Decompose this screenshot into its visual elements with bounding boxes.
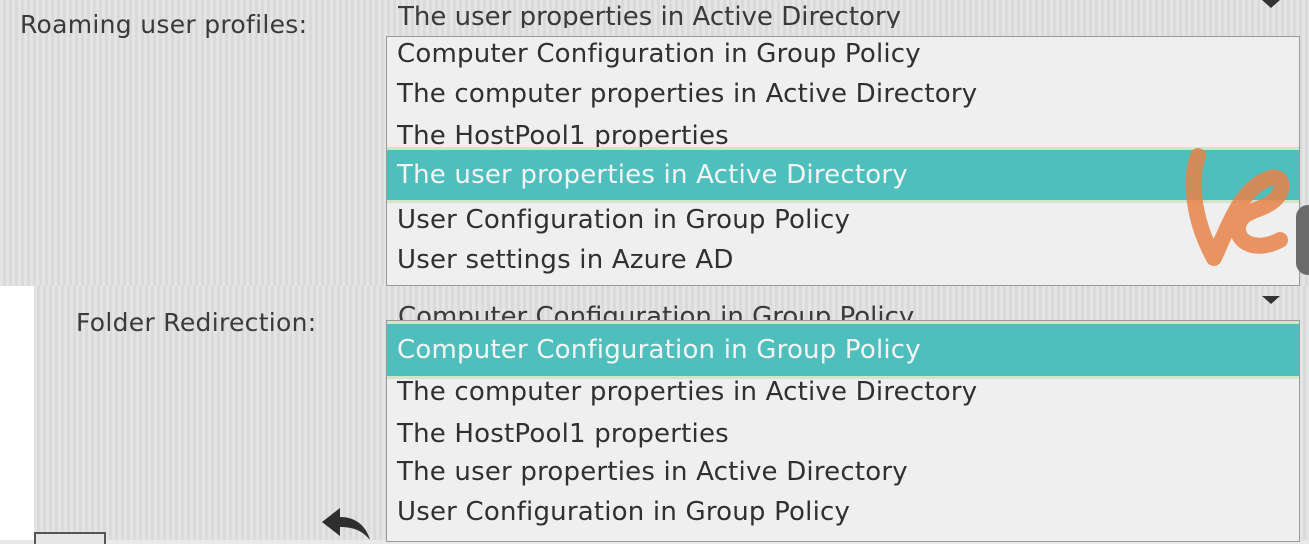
roaming-option[interactable]: The HostPool1 properties [397,121,1299,147]
folder-option[interactable]: The HostPool1 properties [397,419,1299,449]
roaming-option[interactable]: Computer Configuration in Group Policy [397,39,1299,69]
back-arrow-icon[interactable] [318,504,374,540]
roaming-profiles-select[interactable]: The user properties in Active Directory [398,0,901,28]
dropdown-arrow-icon[interactable] [1262,296,1280,304]
roaming-option-selected[interactable]: The user properties in Active Directory [387,147,1299,203]
roaming-profiles-listbox[interactable]: Computer Configuration in Group Policy T… [386,36,1300,286]
roaming-option[interactable]: The computer properties in Active Direct… [397,79,1299,109]
dropdown-arrow-icon[interactable] [1262,0,1280,8]
left-margin [0,286,34,540]
folder-redirection-label: Folder Redirection: [76,308,317,337]
folder-redirection-listbox[interactable]: Computer Configuration in Group Policy T… [386,320,1300,542]
roaming-option[interactable]: User settings in Azure AD [397,245,1299,275]
watermark-logo-icon [1185,148,1290,266]
roaming-profiles-label: Roaming user profiles: [20,10,308,39]
back-button[interactable] [34,532,106,544]
roaming-option[interactable]: User Configuration in Group Policy [397,205,1299,235]
screen-edge [1296,205,1309,275]
folder-option[interactable]: User Configuration in Group Policy [397,497,1299,527]
folder-option[interactable]: The user properties in Active Directory [397,457,1299,487]
folder-option[interactable]: The computer properties in Active Direct… [397,377,1299,407]
folder-option-selected[interactable]: Computer Configuration in Group Policy [387,321,1299,379]
